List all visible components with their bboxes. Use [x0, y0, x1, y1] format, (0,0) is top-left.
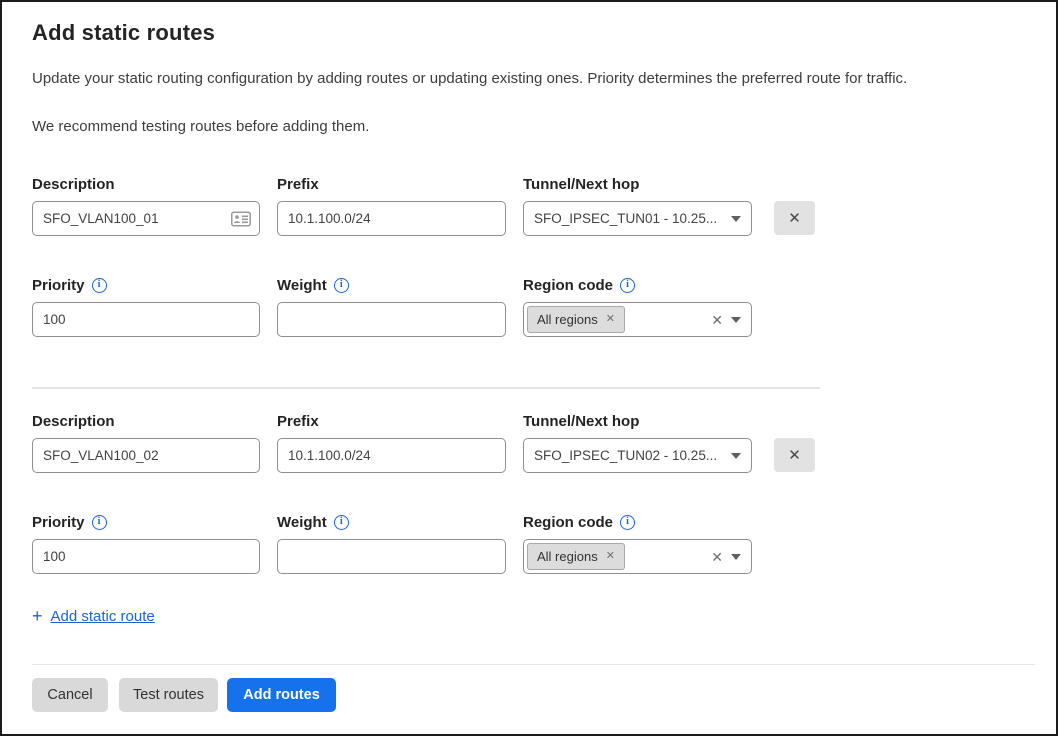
info-icon[interactable]: i	[620, 515, 635, 530]
region-code-select[interactable]: All regions ✕ ✕	[523, 302, 752, 337]
priority-input[interactable]	[32, 302, 260, 337]
tunnel-next-hop-value: SFO_IPSEC_TUN02 - 10.25...	[534, 448, 723, 463]
intro-text: Update your static routing configuration…	[32, 70, 1026, 87]
dialog-frame: Add static routes Update your static rou…	[0, 0, 1058, 736]
cancel-button[interactable]: Cancel	[32, 678, 108, 712]
region-chip-label: All regions	[537, 312, 598, 327]
route-block-1: Description	[32, 175, 1026, 337]
priority-label: Priority	[32, 514, 85, 531]
info-icon[interactable]: i	[620, 278, 635, 293]
info-icon[interactable]: i	[334, 515, 349, 530]
close-icon: ✕	[788, 446, 801, 464]
info-icon[interactable]: i	[92, 278, 107, 293]
tunnel-next-hop-select[interactable]: SFO_IPSEC_TUN01 - 10.25...	[523, 201, 752, 236]
info-icon[interactable]: i	[334, 278, 349, 293]
region-chip: All regions ✕	[527, 306, 625, 333]
priority-label: Priority	[32, 277, 85, 294]
footer-divider	[32, 664, 1035, 665]
clear-selection-icon[interactable]: ✕	[711, 550, 723, 564]
tunnel-next-hop-label: Tunnel/Next hop	[523, 413, 639, 430]
test-routes-button[interactable]: Test routes	[119, 678, 218, 712]
region-code-label: Region code	[523, 277, 613, 294]
route-block-2: Description Prefix Tunnel/Next hop SFO_I	[32, 412, 1026, 574]
weight-input[interactable]	[277, 539, 506, 574]
plus-icon: +	[32, 607, 43, 625]
tunnel-next-hop-label: Tunnel/Next hop	[523, 176, 639, 193]
description-input[interactable]	[32, 438, 260, 473]
clear-selection-icon[interactable]: ✕	[711, 313, 723, 327]
footer-actions: Cancel Test routes Add routes	[32, 678, 1026, 712]
region-code-label: Region code	[523, 514, 613, 531]
route-divider	[32, 387, 820, 389]
region-chip-label: All regions	[537, 549, 598, 564]
weight-input[interactable]	[277, 302, 506, 337]
region-code-select[interactable]: All regions ✕ ✕	[523, 539, 752, 574]
prefix-input[interactable]	[277, 201, 506, 236]
chevron-down-icon	[731, 453, 741, 459]
prefix-input[interactable]	[277, 438, 506, 473]
weight-label: Weight	[277, 514, 327, 531]
recommendation-text: We recommend testing routes before addin…	[32, 118, 1026, 135]
prefix-label: Prefix	[277, 413, 319, 430]
add-routes-button[interactable]: Add routes	[227, 678, 336, 712]
remove-route-button[interactable]: ✕	[774, 201, 815, 235]
chip-remove-icon[interactable]: ✕	[606, 314, 615, 325]
tunnel-next-hop-select[interactable]: SFO_IPSEC_TUN02 - 10.25...	[523, 438, 752, 473]
description-input[interactable]	[32, 201, 260, 236]
chevron-down-icon	[731, 554, 741, 560]
region-chip: All regions ✕	[527, 543, 625, 570]
add-static-route-row: + Add static route	[32, 607, 1026, 625]
weight-label: Weight	[277, 277, 327, 294]
contact-card-icon[interactable]	[231, 211, 251, 226]
info-icon[interactable]: i	[92, 515, 107, 530]
tunnel-next-hop-value: SFO_IPSEC_TUN01 - 10.25...	[534, 211, 723, 226]
priority-input[interactable]	[32, 539, 260, 574]
chevron-down-icon	[731, 317, 741, 323]
remove-route-button[interactable]: ✕	[774, 438, 815, 472]
chip-remove-icon[interactable]: ✕	[606, 551, 615, 562]
chevron-down-icon	[731, 216, 741, 222]
prefix-label: Prefix	[277, 176, 319, 193]
add-static-route-link[interactable]: Add static route	[51, 608, 155, 625]
close-icon: ✕	[788, 209, 801, 227]
description-label: Description	[32, 413, 115, 430]
page-title: Add static routes	[32, 20, 1026, 46]
description-label: Description	[32, 176, 115, 193]
